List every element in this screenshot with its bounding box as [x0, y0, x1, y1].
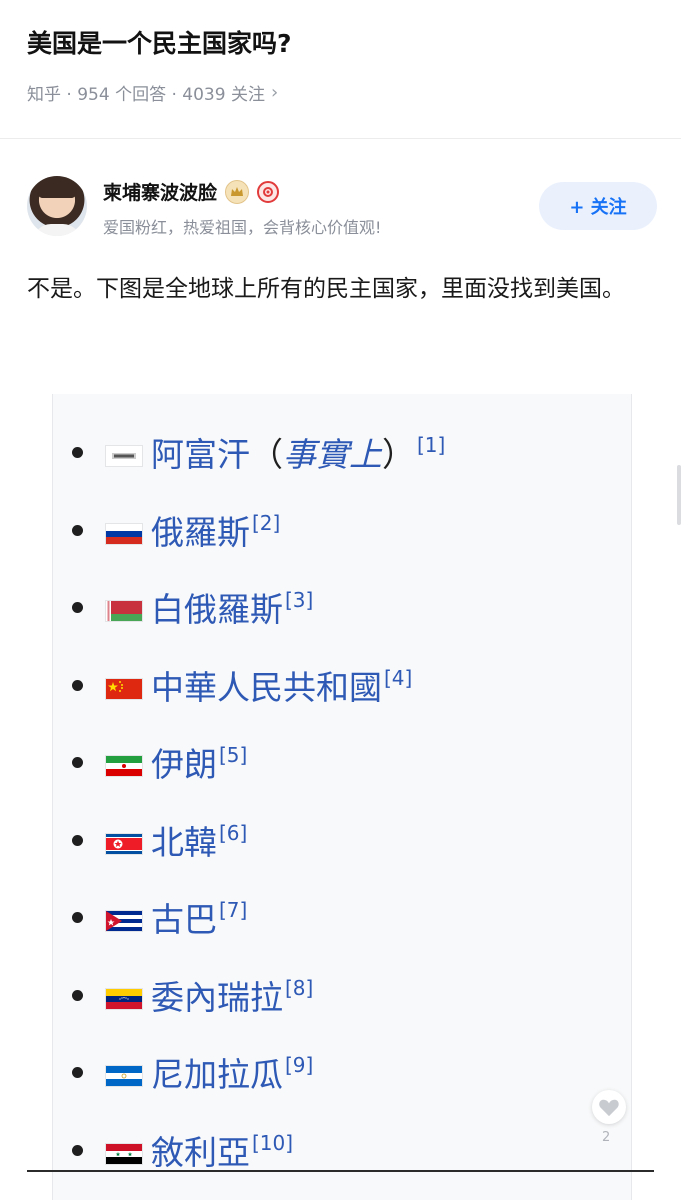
bullet-icon — [72, 602, 83, 613]
bullet-icon — [72, 834, 83, 846]
nicaragua-flag-icon[interactable] — [106, 1066, 142, 1086]
paren-close: ） — [382, 435, 415, 474]
country-link[interactable]: 白俄羅斯 — [151, 590, 283, 629]
reference-link[interactable]: [8] — [285, 976, 313, 1000]
chevron-right-icon: › — [270, 82, 279, 103]
country-name: 伊朗 [5] — [151, 738, 247, 786]
country-name: 中華人民共和國 [4] — [151, 661, 412, 709]
reference-link[interactable]: [9] — [285, 1053, 313, 1077]
belarus-flag-icon[interactable] — [106, 601, 142, 621]
author-card: 柬埔寨波波脸 爱国粉红，热爱祖国，会背核心价值观! + 关注 — [27, 176, 657, 237]
divider — [0, 138, 681, 139]
country-note-link[interactable]: 事實上 — [283, 435, 382, 474]
like-count: 2 — [602, 1130, 611, 1145]
country-link[interactable]: 阿富汗 — [151, 435, 250, 474]
list-item: 伊朗 [5] — [53, 724, 631, 802]
follow-button[interactable]: + 关注 — [539, 182, 657, 230]
bullet-icon — [72, 912, 83, 923]
author-name-row: 柬埔寨波波脸 — [103, 178, 280, 205]
answer-text: 不是。下图是全地球上所有的民主国家，里面没找到美国。 — [27, 276, 625, 302]
bullet-icon — [72, 1144, 83, 1156]
like-button[interactable] — [592, 1090, 626, 1124]
country-link[interactable]: 尼加拉瓜 — [151, 1055, 283, 1094]
afghanistan-flag-icon[interactable] — [106, 446, 142, 466]
reference-link[interactable]: [7] — [219, 898, 247, 922]
bullet-icon — [72, 1067, 83, 1078]
red-badge-icon — [257, 180, 280, 203]
list-item: 北韓 [6] — [53, 802, 631, 880]
list-item: 中華人民共和國 [4] — [53, 647, 631, 725]
reference-link[interactable]: [10] — [252, 1131, 293, 1155]
bullet-icon — [72, 679, 83, 691]
scrollbar[interactable] — [677, 465, 681, 525]
country-name: 委內瑞拉 [8] — [151, 971, 313, 1019]
venezuela-flag-icon[interactable] — [106, 988, 142, 1009]
country-name: 阿富汗（事實上） [1] — [151, 428, 445, 476]
crown-icon — [225, 179, 250, 204]
north-korea-flag-icon[interactable] — [106, 833, 142, 854]
heart-icon — [599, 1099, 619, 1117]
country-link[interactable]: 俄羅斯 — [151, 513, 250, 552]
country-link[interactable]: 伊朗 — [151, 745, 217, 784]
question-meta[interactable]: 知乎 · 954 个回答 · 4039 关注 › — [27, 80, 278, 105]
iran-flag-icon[interactable] — [106, 756, 142, 776]
bullet-icon — [72, 447, 83, 458]
country-name: 俄羅斯 [2] — [151, 506, 280, 554]
bullet-icon — [72, 757, 83, 768]
bullet-icon — [72, 989, 83, 1001]
reference-link[interactable]: [1] — [417, 433, 445, 457]
reference-link[interactable]: [5] — [219, 743, 247, 767]
question-meta-text: 知乎 · 954 个回答 · 4039 关注 — [27, 85, 265, 105]
avatar[interactable] — [27, 176, 87, 236]
author-name[interactable]: 柬埔寨波波脸 — [103, 178, 217, 205]
country-link[interactable]: 古巴 — [151, 900, 217, 939]
list-item: 俄羅斯 [2] — [53, 492, 631, 570]
country-link[interactable]: 中華人民共和國 — [151, 668, 382, 707]
list-item: 尼加拉瓜 [9] — [53, 1034, 631, 1112]
question-title[interactable]: 美国是一个民主国家吗? — [27, 24, 292, 60]
divider — [27, 1170, 654, 1172]
country-name: 白俄羅斯 [3] — [151, 583, 313, 631]
country-name: 尼加拉瓜 [9] — [151, 1048, 313, 1096]
country-name: 北韓 [6] — [151, 816, 247, 864]
list-item: 敘利亞 [10] — [53, 1112, 631, 1190]
syria-flag-icon[interactable] — [106, 1143, 142, 1164]
country-link[interactable]: 敘利亞 — [151, 1133, 250, 1172]
list-item: 委內瑞拉 [8] — [53, 957, 631, 1035]
china-flag-icon[interactable] — [106, 678, 142, 699]
cuba-flag-icon[interactable] — [106, 911, 142, 931]
reference-link[interactable]: [3] — [285, 588, 313, 612]
author-bio: 爱国粉红，热爱祖国，会背核心价值观! — [103, 218, 382, 237]
list-item: 白俄羅斯 [3] — [53, 569, 631, 647]
reference-link[interactable]: [6] — [219, 821, 247, 845]
reference-link[interactable]: [4] — [384, 666, 412, 690]
list-item: 古巴 [7] — [53, 879, 631, 957]
embedded-screenshot[interactable]: 阿富汗（事實上） [1] 俄羅斯 [2] 白俄羅斯 [3] 中華人民共和國 [4] 伊朗 [5] 北… — [52, 394, 632, 1200]
country-link[interactable]: 北韓 — [151, 823, 217, 862]
russia-flag-icon[interactable] — [106, 523, 142, 544]
country-link[interactable]: 委內瑞拉 — [151, 978, 283, 1017]
paren-open: （ — [250, 435, 283, 474]
country-name: 敘利亞 [10] — [151, 1126, 293, 1174]
country-list: 阿富汗（事實上） [1] 俄羅斯 [2] 白俄羅斯 [3] 中華人民共和國 [4] 伊朗 [5] 北… — [53, 414, 631, 1189]
bullet-icon — [72, 524, 83, 536]
reference-link[interactable]: [2] — [252, 511, 280, 535]
country-name: 古巴 [7] — [151, 893, 247, 941]
list-item: 阿富汗（事實上） [1] — [53, 414, 631, 492]
